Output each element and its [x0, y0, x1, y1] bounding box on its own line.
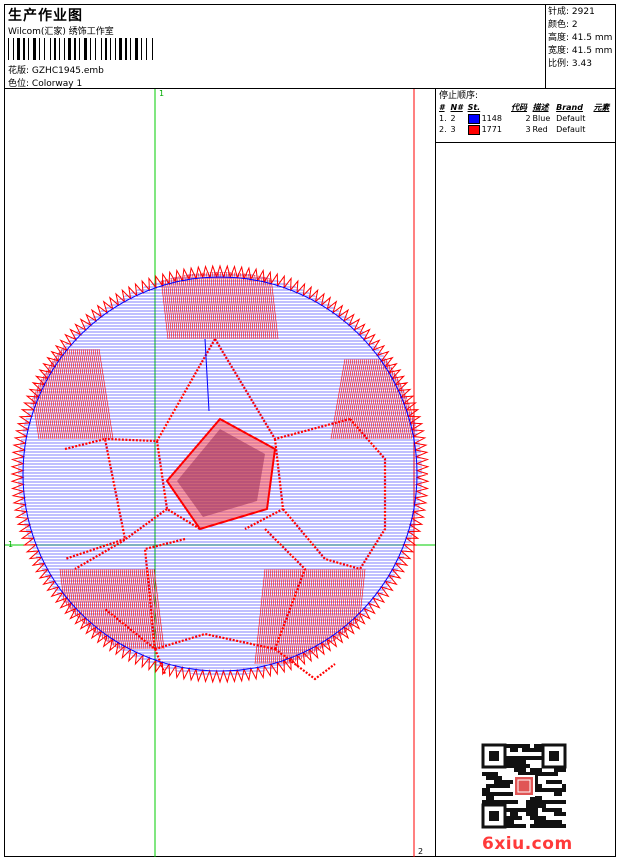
- stat-scale: 比例: 3.43: [548, 59, 592, 69]
- watermark-logo: 6xiu.com: [482, 834, 573, 854]
- color-swatch-blue: [467, 113, 480, 124]
- sheet-title: 生产作业图: [8, 8, 83, 24]
- design-canvas: 1 1 2: [5, 89, 436, 857]
- embroidery-preview: [5, 89, 435, 857]
- sheet-header: 生产作业图 Wilcom(汇家) 绣饰工作室 花版: GZHC1945.emb …: [5, 5, 546, 89]
- stat-colors: 颜色: 2: [548, 20, 578, 30]
- barcode-icon: [8, 38, 153, 60]
- colorway-name: Colorway 1: [31, 79, 83, 89]
- colorway-line: 色位: Colorway 1: [8, 76, 82, 89]
- stop-sequence-panel: 停止顺序: # N# St. 代码 描述 Brand 元素 1. 2 1148: [436, 89, 616, 143]
- production-sheet: 生产作业图 Wilcom(汇家) 绣饰工作室 花版: GZHC1945.emb …: [4, 4, 616, 857]
- design-label: 花版:: [8, 66, 30, 76]
- colorway-label: 色位:: [8, 79, 30, 89]
- design-file-name: GZHC1945.emb: [31, 66, 104, 76]
- table-header: # N# St. 代码 描述 Brand 元素: [439, 103, 610, 112]
- stats-panel: 针成: 2921 颜色: 2 高度: 41.5 mm 宽度: 41.5 mm 比…: [546, 5, 616, 89]
- guide-label-top: 1: [159, 89, 165, 98]
- table-row: 2. 3 1771 3 Red Default: [439, 124, 586, 135]
- guide-label-left: 1: [8, 540, 14, 549]
- table-row: 1. 2 1148 2 Blue Default: [439, 113, 586, 124]
- studio-name: Wilcom(汇家) 绣饰工作室: [8, 27, 114, 37]
- stat-stitches: 针成: 2921: [548, 7, 595, 17]
- qr-code-icon: [481, 743, 567, 829]
- stat-width: 宽度: 41.5 mm: [548, 46, 613, 56]
- design-file-line: 花版: GZHC1945.emb: [8, 63, 104, 76]
- stat-height: 高度: 41.5 mm: [548, 33, 613, 43]
- stop-sequence-table: # N# St. 代码 描述 Brand 元素 1. 2 1148 2 Blue…: [439, 102, 615, 135]
- guide-label-bottom: 2: [418, 847, 424, 856]
- stop-sequence-title: 停止顺序:: [439, 91, 479, 101]
- color-swatch-red: [467, 124, 480, 135]
